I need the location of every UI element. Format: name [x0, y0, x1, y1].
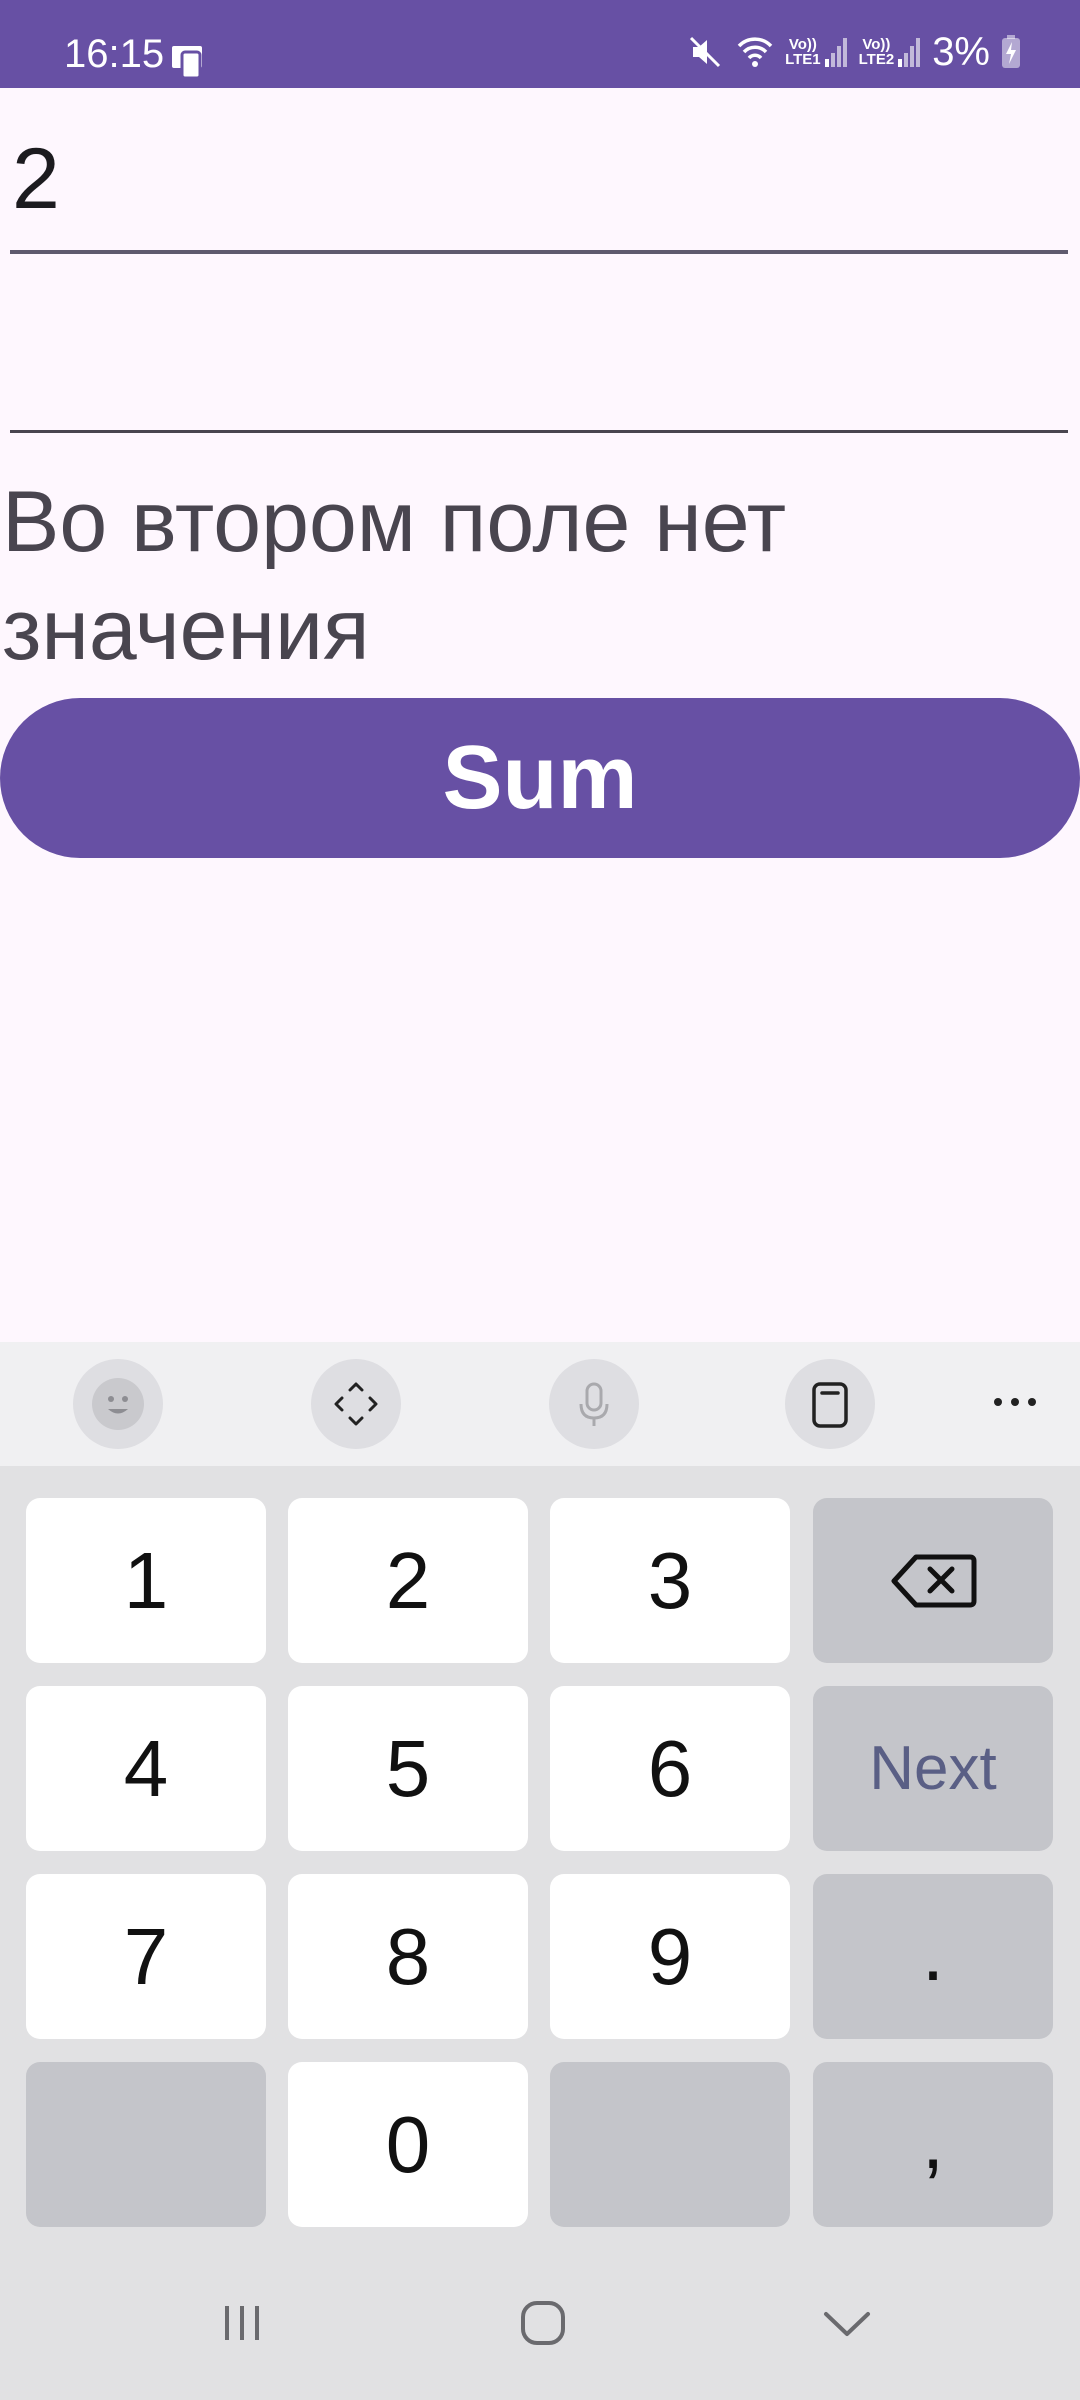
backspace-key[interactable] — [813, 1498, 1053, 1663]
cursor-move-icon — [334, 1382, 378, 1426]
hide-keyboard-icon — [824, 2312, 870, 2336]
numeric-keyboard: 1 2 3 4 5 6 Next 7 8 9 . 0 , — [0, 1342, 1080, 2400]
key-6[interactable]: 6 — [550, 1686, 790, 1851]
sum-button[interactable]: Sum — [0, 698, 1080, 858]
first-number-field[interactable]: 2 — [10, 110, 1068, 254]
home-icon — [521, 2301, 565, 2345]
battery-charging-icon — [1002, 35, 1020, 68]
comma-key[interactable]: , — [813, 2062, 1053, 2227]
key-4[interactable]: 4 — [26, 1686, 266, 1851]
next-key[interactable]: Next — [813, 1686, 1053, 1851]
status-bar: 16:15 Vo)) LTE1 Vo)) LTE2 3% — [0, 0, 1080, 88]
signal-sim2: Vo)) LTE2 — [859, 35, 923, 69]
hide-keyboard-button[interactable] — [802, 2288, 892, 2358]
key-3[interactable]: 3 — [550, 1498, 790, 1663]
dot-key-label: . — [921, 1908, 945, 1997]
emoji-button[interactable] — [73, 1359, 163, 1449]
screen-mirror-icon — [172, 46, 202, 80]
signal-icon — [898, 38, 921, 67]
lte2-label: Vo)) LTE2 — [858, 36, 895, 68]
empty-key-left — [26, 2062, 266, 2227]
navigation-bar — [0, 2248, 1080, 2400]
first-number-value: 2 — [12, 131, 60, 227]
key-1[interactable]: 1 — [26, 1498, 266, 1663]
key-5[interactable]: 5 — [288, 1686, 528, 1851]
cursor-control-button[interactable] — [311, 1359, 401, 1449]
home-button[interactable] — [498, 2288, 588, 2358]
result-message: Во втором поле нет значения — [2, 474, 787, 678]
clipboard-button[interactable] — [785, 1359, 875, 1449]
comma-key-label: , — [921, 2096, 945, 2185]
empty-key-right — [550, 2062, 790, 2227]
status-time: 16:15 — [64, 32, 165, 76]
key-2[interactable]: 2 — [288, 1498, 528, 1663]
signal-icon — [824, 38, 847, 67]
more-icon — [994, 1398, 1036, 1406]
battery-percent: 3% — [932, 29, 990, 74]
second-number-field[interactable] — [10, 290, 1068, 433]
key-9[interactable]: 9 — [550, 1874, 790, 2039]
recent-apps-button[interactable] — [197, 2288, 287, 2358]
mute-icon — [690, 36, 721, 68]
lte1-label: Vo)) LTE1 — [785, 36, 821, 68]
keyboard-toolbar — [0, 1342, 1080, 1466]
recent-apps-icon — [225, 2306, 259, 2340]
key-7[interactable]: 7 — [26, 1874, 266, 2039]
backspace-icon — [891, 1554, 977, 1607]
voice-input-button[interactable] — [549, 1359, 639, 1449]
more-options-button[interactable] — [990, 1382, 1040, 1422]
clipboard-icon — [812, 1382, 848, 1428]
microphone-icon — [579, 1382, 609, 1426]
signal-sim1: Vo)) LTE1 — [785, 35, 849, 69]
dot-key[interactable]: . — [813, 1874, 1053, 2039]
key-0[interactable]: 0 — [288, 2062, 528, 2227]
emoji-icon — [92, 1378, 144, 1430]
key-8[interactable]: 8 — [288, 1874, 528, 2039]
wifi-icon — [737, 37, 773, 67]
